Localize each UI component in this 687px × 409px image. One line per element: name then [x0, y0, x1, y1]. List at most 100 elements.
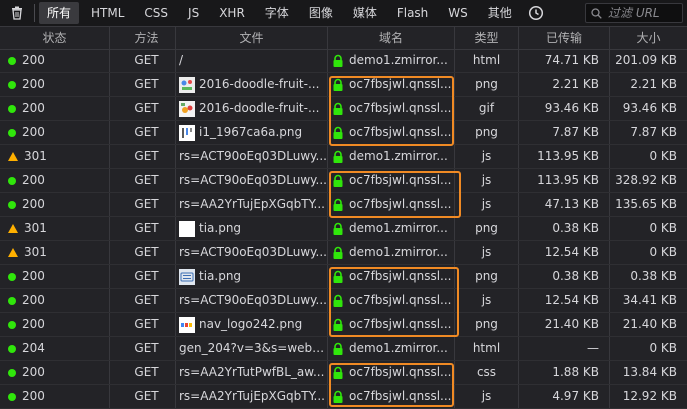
status-cell: 204 — [0, 337, 110, 360]
trash-icon[interactable] — [6, 2, 28, 24]
request-row[interactable]: 200 GET 2016-doodle-fruit-... oc7fbsjwl.qns… — [0, 97, 687, 121]
file-cell: rs=AA2YrTujEpXGqbTY... — [176, 193, 328, 216]
file-cell: rs=ACT90oEq03DLuwy... — [176, 289, 328, 312]
request-row[interactable]: 200 GET 2016-doodle-fruit-... oc7fbsjwl.qns… — [0, 73, 687, 97]
size-cell: 0 KB — [649, 245, 677, 259]
size-cell: 34.41 KB — [622, 293, 677, 307]
doodle-image-icon — [179, 76, 195, 93]
column-header-transferred[interactable]: 已传输 — [519, 27, 610, 49]
filter-button[interactable]: 字体 — [257, 2, 297, 24]
lock-icon — [331, 222, 345, 236]
file-cell: tia.png — [176, 265, 328, 288]
domain-name: oc7fbsjwl.qnssl... — [349, 293, 452, 307]
request-row[interactable]: 200 GET rs=ACT90oEq03DLuwy... oc7fbsjwl.qns… — [0, 169, 687, 193]
sprite-image-icon — [179, 124, 195, 141]
filter-button[interactable]: 媒体 — [345, 2, 385, 24]
request-row[interactable]: 200 GET nav_logo242.png oc7fbsjwl.qnssl... p… — [0, 313, 687, 337]
size-cell: 2.21 KB — [630, 77, 677, 91]
status-code: 200 — [22, 317, 45, 331]
request-row[interactable]: 204 GET gen_204?v=3&s=webh... demo1.zmirror… — [0, 337, 687, 361]
transferred-cell: 93.46 KB — [519, 97, 610, 120]
filter-button[interactable]: XHR — [211, 2, 253, 24]
request-row[interactable]: 301 GET tia.png demo1.zmirror... png 0.38 KB 0… — [0, 217, 687, 241]
filter-button[interactable]: Flash — [389, 2, 436, 24]
size-cell: 328.92 KB — [615, 173, 677, 187]
file-name: 2016-doodle-fruit-... — [199, 101, 320, 115]
column-header-type[interactable]: 类型 — [455, 27, 519, 49]
filter-button[interactable]: WS — [440, 2, 475, 24]
request-row[interactable]: 200 GET tia.png oc7fbsjwl.qnssl... png 0.38 K… — [0, 265, 687, 289]
status-cell: 200 — [0, 49, 110, 72]
column-header-method[interactable]: 方法 — [110, 27, 176, 49]
keyboard-image-icon — [179, 268, 195, 285]
transferred-cell: 4.97 KB — [519, 385, 610, 408]
status-code: 301 — [24, 149, 47, 163]
status-code: 200 — [22, 389, 45, 403]
type-cell: png — [455, 217, 519, 240]
domain-cell: demo1.zmirror... — [328, 241, 455, 264]
status-cell: 200 — [0, 385, 110, 408]
transferred-cell: 2.21 KB — [519, 73, 610, 96]
domain-cell: oc7fbsjwl.qnssl... — [328, 289, 455, 312]
filter-button[interactable]: 所有 — [39, 2, 80, 24]
file-name: tia.png — [199, 221, 242, 235]
lock-icon — [331, 390, 345, 404]
file-name: rs=ACT90oEq03DLuwy... — [179, 245, 327, 259]
request-row[interactable]: 301 GET rs=ACT90oEq03DLuwy... demo1.zmirror… — [0, 145, 687, 169]
lock-icon — [331, 198, 345, 212]
filter-button[interactable]: 图像 — [301, 2, 341, 24]
fruit-image-icon — [179, 100, 195, 117]
green-dot-icon — [8, 320, 16, 329]
lock-icon — [331, 174, 345, 188]
request-row[interactable]: 200 GET rs=AA2YrTutPwfBL_aw... oc7fbsjwl.qn… — [0, 361, 687, 385]
domain-name: oc7fbsjwl.qnssl... — [349, 365, 452, 379]
request-row[interactable]: 200 GET / demo1.zmirror... html 74.71 KB 201.0… — [0, 49, 687, 73]
domain-cell: demo1.zmirror... — [328, 337, 455, 360]
type-cell: js — [455, 289, 519, 312]
filter-button[interactable]: HTML — [83, 2, 132, 24]
request-row[interactable]: 200 GET i1_1967ca6a.png oc7fbsjwl.qnssl... p… — [0, 121, 687, 145]
status-code: 200 — [22, 197, 45, 211]
transferred-cell: 21.40 KB — [519, 313, 610, 336]
transferred-cell: 12.54 KB — [519, 289, 610, 312]
filter-button[interactable]: JS — [180, 2, 207, 24]
request-row[interactable]: 301 GET rs=ACT90oEq03DLuwy... demo1.zmirror… — [0, 241, 687, 265]
method-cell: GET — [110, 217, 176, 240]
lock-icon — [331, 54, 345, 68]
file-cell: gen_204?v=3&s=webh... — [176, 337, 328, 360]
status-code: 200 — [22, 293, 45, 307]
column-header-domain[interactable]: 域名 — [328, 27, 455, 49]
domain-name: demo1.zmirror... — [349, 149, 448, 163]
type-cell: html — [455, 49, 519, 72]
status-code: 204 — [22, 341, 45, 355]
filter-button[interactable]: CSS — [136, 2, 176, 24]
filter-button[interactable]: 其他 — [480, 2, 520, 24]
filter-url-input[interactable] — [606, 5, 682, 21]
file-name: rs=ACT90oEq03DLuwy... — [179, 149, 327, 163]
type-cell: js — [455, 385, 519, 408]
column-header-status[interactable]: 状态 — [0, 27, 110, 49]
filter-buttons: 所有 HTML CSS JS XHR 字体 图像 媒体 Flash WS 其他 — [39, 2, 524, 24]
size-cell: 13.84 KB — [622, 365, 677, 379]
request-row[interactable]: 200 GET rs=AA2YrTujEpXGqbTY... oc7fbsjwl.qn… — [0, 193, 687, 217]
type-cell: js — [455, 169, 519, 192]
domain-cell: oc7fbsjwl.qnssl... — [328, 121, 455, 144]
request-row[interactable]: 200 GET rs=ACT90oEq03DLuwy... oc7fbsjwl.qns… — [0, 289, 687, 313]
green-dot-icon — [8, 368, 16, 377]
domain-name: oc7fbsjwl.qnssl... — [349, 197, 452, 211]
status-code: 200 — [22, 125, 45, 139]
domain-name: oc7fbsjwl.qnssl... — [349, 317, 452, 331]
warning-triangle-icon — [8, 152, 18, 161]
blank-image-icon — [179, 220, 195, 237]
domain-cell: demo1.zmirror... — [328, 217, 455, 240]
request-row[interactable]: 200 GET rs=AA2YrTujEpXGqbTY... oc7fbsjwl.qn… — [0, 385, 687, 409]
size-cell: 12.92 KB — [622, 389, 677, 403]
column-header-size[interactable]: 大小 — [610, 27, 687, 49]
clock-icon[interactable] — [528, 5, 544, 21]
column-header-file[interactable]: 文件 — [176, 27, 328, 49]
file-name: nav_logo242.png — [199, 317, 303, 331]
filter-url-search[interactable] — [585, 3, 683, 23]
file-name: rs=ACT90oEq03DLuwy... — [179, 173, 327, 187]
size-cell: 93.46 KB — [622, 101, 677, 115]
method-cell: GET — [110, 265, 176, 288]
